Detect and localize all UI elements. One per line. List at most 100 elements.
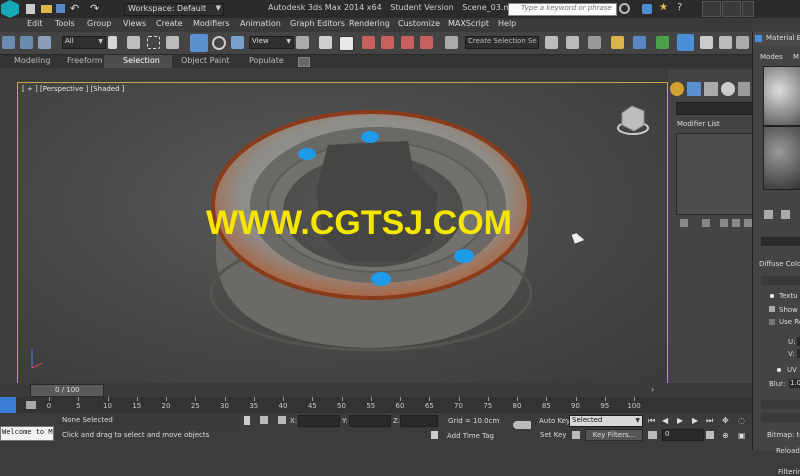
- help-icon[interactable]: [642, 4, 652, 14]
- redo-icon[interactable]: ↷: [90, 2, 99, 15]
- select-and-manipulate-icon[interactable]: [319, 36, 332, 49]
- menu-edit[interactable]: Edit: [27, 19, 43, 28]
- modifier-list-label[interactable]: Modifier List: [677, 120, 720, 128]
- play-icon[interactable]: ▶: [677, 416, 683, 425]
- reload-label[interactable]: Reload: [776, 447, 800, 455]
- menu-views[interactable]: Views: [123, 19, 146, 28]
- undo-icon[interactable]: ↶: [70, 2, 79, 15]
- bind-space-warp-icon[interactable]: [38, 36, 51, 49]
- menu-maxscript[interactable]: MAXScript: [448, 19, 489, 28]
- use-real-checkbox[interactable]: [769, 319, 775, 325]
- mirror-icon[interactable]: [545, 36, 558, 49]
- x-coordinate-field[interactable]: [298, 415, 340, 427]
- select-by-name-icon[interactable]: [127, 36, 140, 49]
- menu-group[interactable]: Group: [87, 19, 111, 28]
- previous-frame-icon[interactable]: ◀: [662, 416, 668, 425]
- pan-view-icon[interactable]: ✥: [722, 416, 729, 425]
- menu-customize[interactable]: Customize: [398, 19, 440, 28]
- material-editor-icon[interactable]: [677, 34, 694, 51]
- menu-help[interactable]: Help: [498, 19, 516, 28]
- maxscript-listener[interactable]: Welcome to M: [0, 426, 54, 441]
- perspective-viewport[interactable]: [ + ] [Perspective ] [Shaded ] WWW.CGTSJ…: [17, 82, 668, 384]
- isolate-selection-icon[interactable]: [260, 416, 268, 424]
- rollout-header[interactable]: [761, 400, 800, 409]
- tab-object-paint[interactable]: Object Paint: [181, 56, 229, 65]
- time-slider[interactable]: 0 / 100 ›: [0, 383, 752, 397]
- auto-key-button[interactable]: Auto Key: [539, 417, 570, 425]
- menu-graph-editors[interactable]: Graph Editors: [290, 19, 345, 28]
- graphite-ribbon-icon[interactable]: [633, 36, 646, 49]
- scene-explorer-icon[interactable]: [588, 36, 601, 49]
- tab-freeform[interactable]: Freeform: [67, 56, 103, 65]
- z-coordinate-field[interactable]: [400, 415, 438, 427]
- render-setup-icon[interactable]: [700, 36, 713, 49]
- show-end-result-icon[interactable]: [702, 219, 710, 227]
- layer-manager-icon[interactable]: [611, 36, 624, 49]
- material-slot-2[interactable]: [763, 126, 800, 190]
- make-unique-icon[interactable]: [720, 219, 728, 227]
- time-tag-icon[interactable]: [431, 431, 438, 439]
- quick-new-icon[interactable]: [26, 4, 35, 14]
- workspace-dropdown[interactable]: Workspace: Default ▼: [124, 3, 224, 16]
- y-coordinate-field[interactable]: [349, 415, 391, 427]
- set-key-button[interactable]: Set Key: [540, 431, 566, 439]
- minimize-icon[interactable]: [702, 1, 721, 17]
- texture-radio[interactable]: [770, 294, 774, 298]
- tab-selection[interactable]: Selection: [123, 56, 160, 65]
- edit-named-selection-icon[interactable]: [445, 36, 458, 49]
- material-name-field[interactable]: [761, 237, 800, 246]
- orbit-icon[interactable]: ◌: [738, 416, 745, 425]
- snaps-toggle-icon[interactable]: [362, 36, 375, 49]
- spinner-snap-icon[interactable]: [420, 36, 433, 49]
- search-input[interactable]: Type a keyword or phrase: [508, 3, 617, 16]
- pin-stack-icon[interactable]: [680, 219, 688, 227]
- show-map-checkbox[interactable]: [769, 306, 775, 312]
- key-filters-button[interactable]: Key Filters...: [585, 429, 643, 441]
- maximize-viewport-icon[interactable]: ▣: [738, 431, 746, 440]
- remove-modifier-icon[interactable]: [732, 219, 740, 227]
- rendered-frame-window-icon[interactable]: [719, 36, 732, 49]
- maximize-icon[interactable]: [722, 1, 741, 17]
- unlink-icon[interactable]: [20, 36, 33, 49]
- percent-snap-icon[interactable]: [401, 36, 414, 49]
- material-menu-modes[interactable]: Modes: [760, 53, 783, 61]
- display-tab-icon[interactable]: [738, 82, 750, 96]
- curve-editor-icon[interactable]: [656, 36, 669, 49]
- time-slider-handle[interactable]: 0 / 100: [30, 384, 104, 397]
- menu-animation[interactable]: Animation: [240, 19, 281, 28]
- angle-snap-icon[interactable]: [381, 36, 394, 49]
- menu-rendering[interactable]: Rendering: [349, 19, 390, 28]
- set-key-filters-icon[interactable]: [572, 431, 580, 439]
- rollout-header[interactable]: [761, 413, 800, 422]
- object-name-field[interactable]: [676, 102, 754, 115]
- motion-tab-icon[interactable]: [721, 82, 735, 96]
- tab-modeling[interactable]: Modeling: [14, 56, 50, 65]
- reference-coordinate-dropdown[interactable]: View ▼: [249, 36, 294, 49]
- select-and-move-icon[interactable]: [190, 34, 208, 52]
- align-icon[interactable]: [566, 36, 579, 49]
- select-and-rotate-icon[interactable]: [212, 36, 226, 50]
- select-object-icon[interactable]: [108, 36, 117, 49]
- menu-tools[interactable]: Tools: [55, 19, 75, 28]
- app-logo-icon[interactable]: [1, 0, 19, 18]
- modify-tab-icon[interactable]: [687, 82, 701, 96]
- rollout-header[interactable]: [761, 276, 800, 285]
- go-to-start-icon[interactable]: ⏮: [648, 416, 655, 426]
- window-crossing-icon[interactable]: [166, 36, 179, 49]
- help-menu-icon[interactable]: ?: [677, 2, 682, 13]
- select-and-scale-icon[interactable]: [231, 36, 244, 49]
- configure-modifier-sets-icon[interactable]: [744, 219, 752, 227]
- named-selection-set-dropdown[interactable]: Create Selection Se: [465, 36, 539, 49]
- key-mode-toggle-icon[interactable]: [648, 431, 657, 439]
- add-time-tag-button[interactable]: Add Time Tag: [447, 432, 494, 440]
- absolute-mode-icon[interactable]: [278, 416, 286, 424]
- lock-selection-icon[interactable]: [244, 416, 250, 425]
- time-configuration-icon[interactable]: [706, 431, 714, 439]
- tab-populate[interactable]: Populate: [249, 56, 284, 65]
- search-icon[interactable]: [619, 3, 630, 14]
- modifier-stack[interactable]: [676, 133, 754, 215]
- selection-filter-dropdown[interactable]: All ▼: [62, 36, 106, 49]
- pivot-center-icon[interactable]: [296, 36, 309, 49]
- menu-create[interactable]: Create: [156, 19, 183, 28]
- zoom-icon[interactable]: ⊕: [722, 431, 729, 440]
